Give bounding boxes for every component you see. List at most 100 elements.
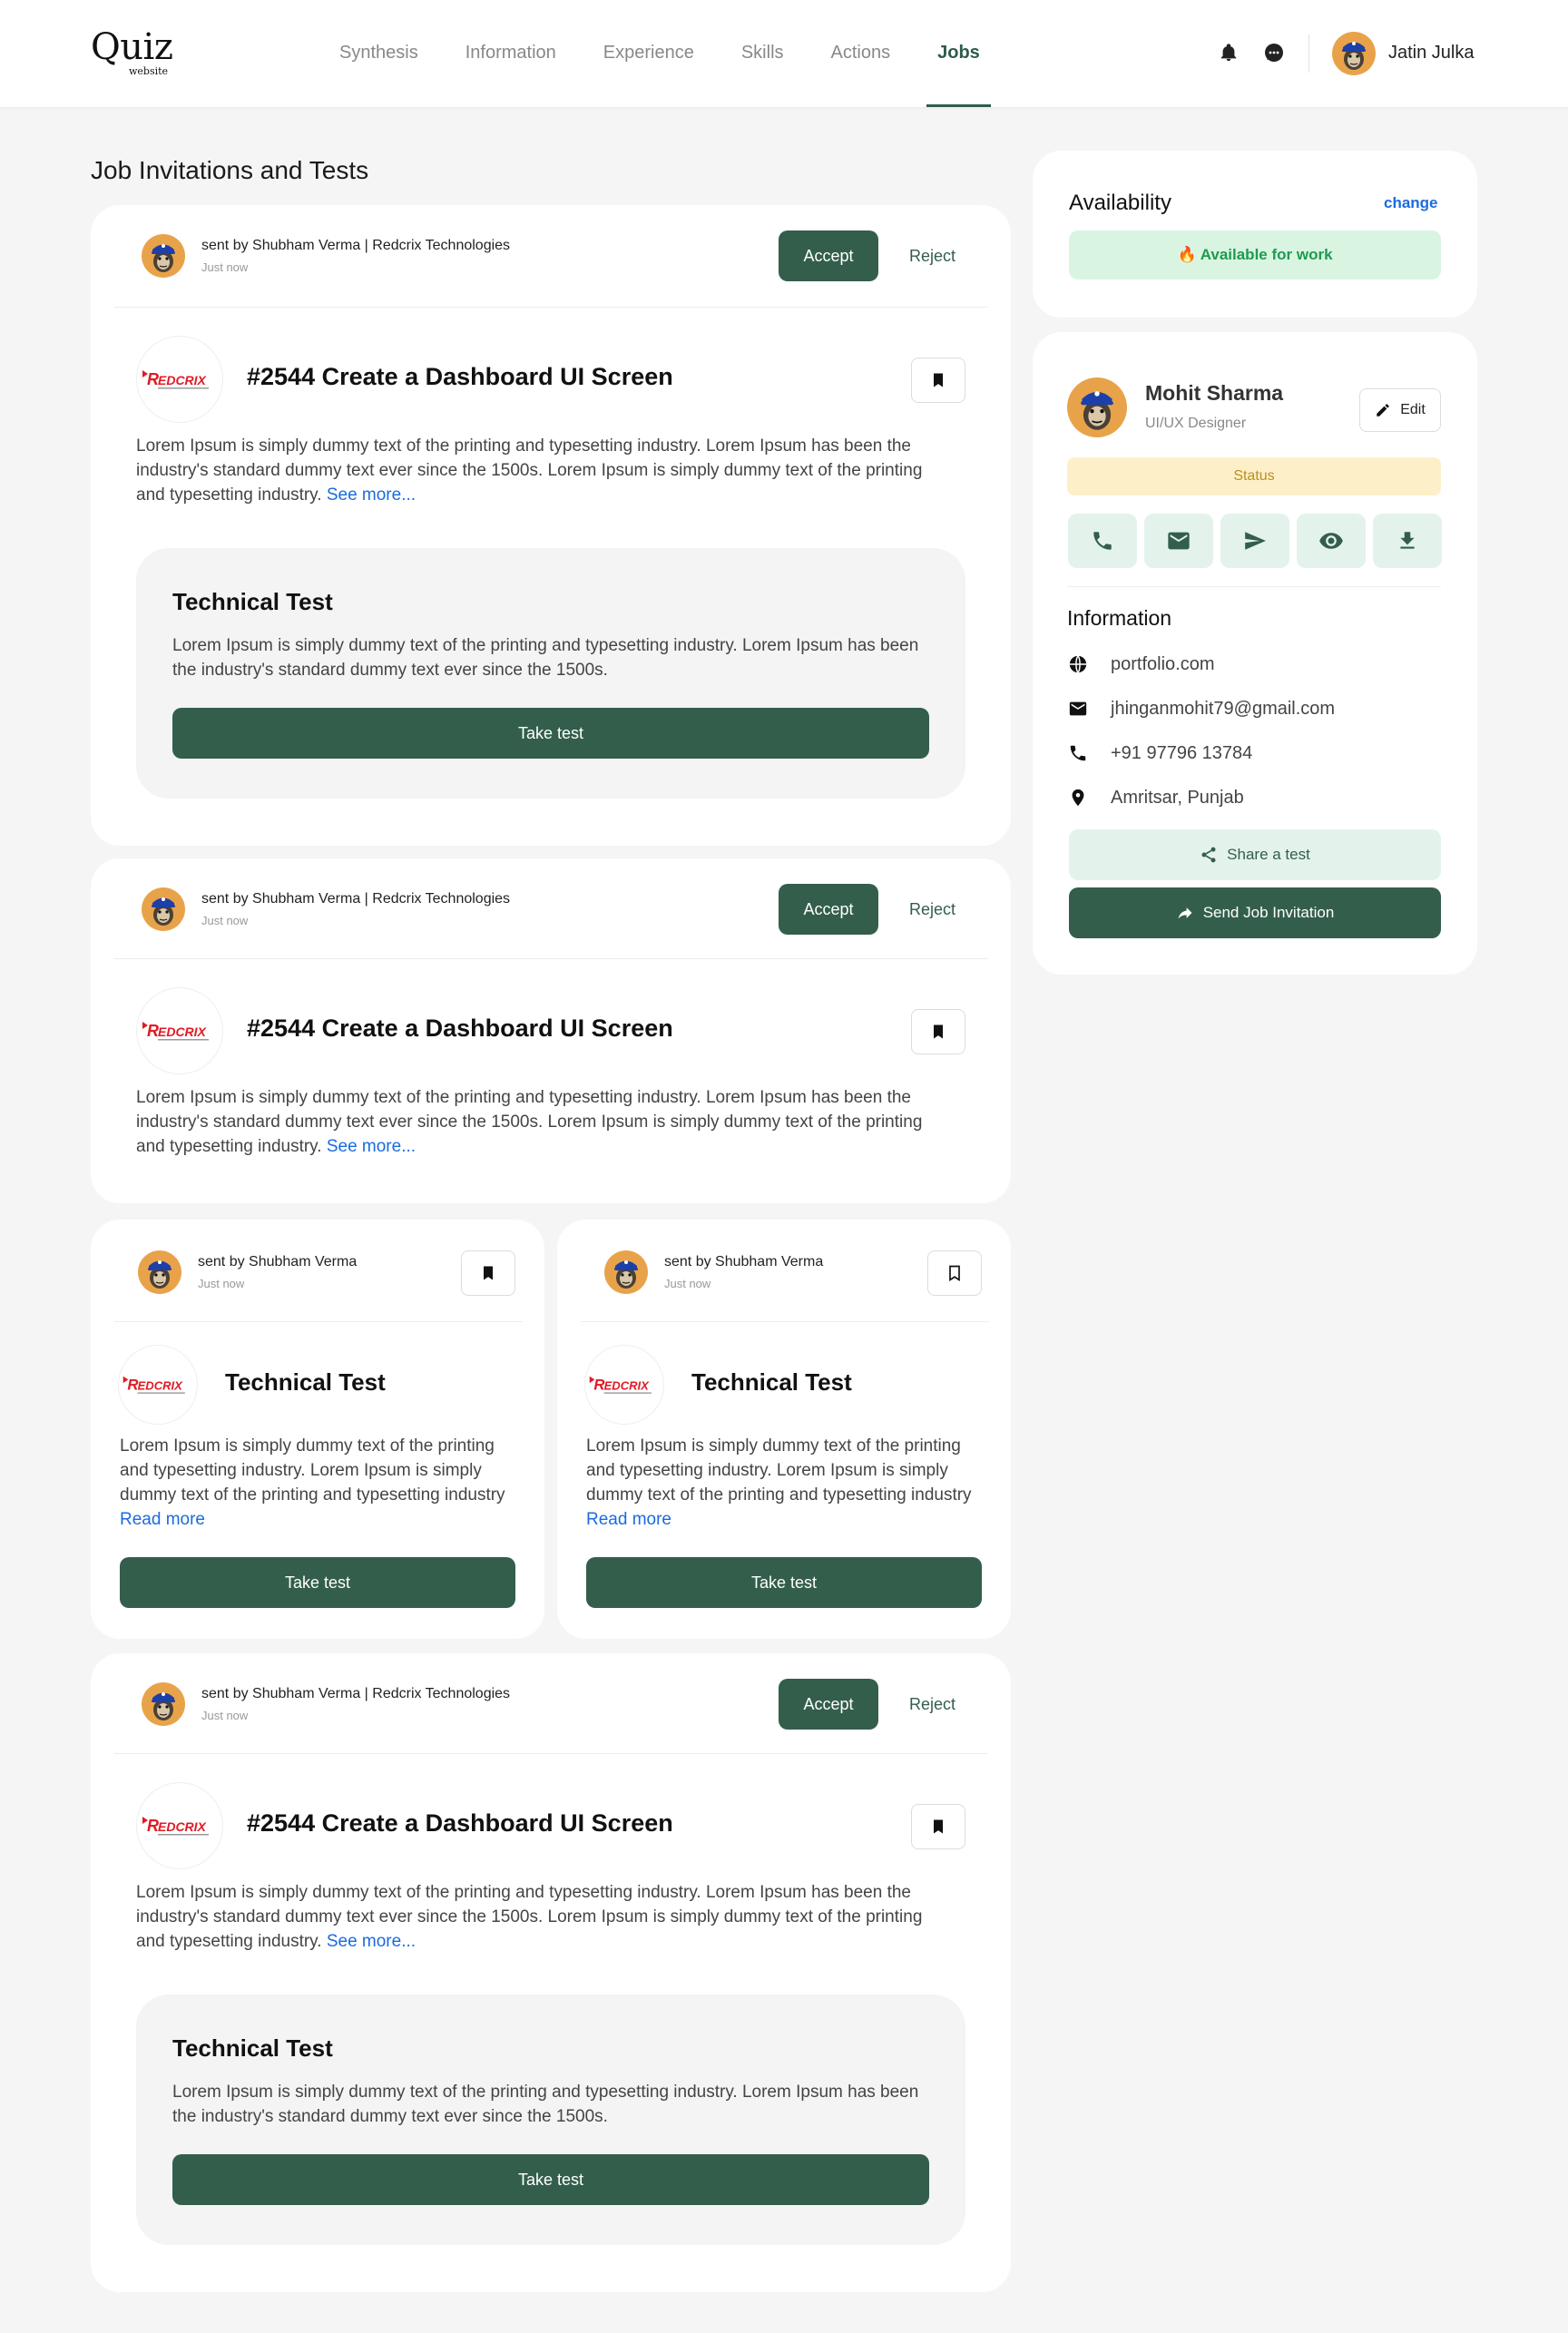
nav-item-experience[interactable]: Experience (580, 0, 718, 107)
profile-role: UI/UX Designer (1145, 416, 1247, 431)
sent-time: Just now (201, 1709, 249, 1722)
sent-time: Just now (198, 1277, 245, 1290)
website-text[interactable]: portfolio.com (1111, 654, 1215, 675)
page-title: Job Invitations and Tests (91, 156, 369, 184)
reject-button[interactable]: Reject (909, 1695, 956, 1714)
job-title[interactable]: #2544 Create a Dashboard UI Screen (247, 1809, 673, 1838)
description-text: Lorem Ipsum is simply dummy text of the … (120, 1436, 505, 1505)
technical-test-box: Technical Test Lorem Ipsum is simply dum… (136, 1995, 965, 2245)
company-logo (136, 1782, 223, 1869)
sender-avatar (142, 234, 185, 278)
bookmark-icon (479, 1264, 497, 1282)
bell-icon[interactable] (1216, 40, 1241, 65)
nav-item-actions[interactable]: Actions (808, 0, 915, 107)
website-row: portfolio.com (1067, 653, 1215, 675)
top-header: Quiz website Synthesis Information Exper… (0, 0, 1568, 107)
sent-time: Just now (664, 1277, 711, 1290)
mail-icon (1067, 698, 1089, 720)
sender-info: sent by Shubham Verma Just now (604, 1250, 823, 1294)
job-title[interactable]: #2544 Create a Dashboard UI Screen (247, 363, 673, 391)
nav-item-information[interactable]: Information (442, 0, 580, 107)
bookmark-outline-icon (946, 1264, 964, 1282)
job-title[interactable]: #2544 Create a Dashboard UI Screen (247, 1015, 673, 1043)
take-test-button[interactable]: Take test (120, 1557, 515, 1608)
sender-name: sent by Shubham Verma (664, 1254, 824, 1269)
change-availability-link[interactable]: change (1384, 194, 1438, 212)
sender-name: sent by Shubham Verma | Redcrix Technolo… (201, 238, 511, 253)
phone-text[interactable]: +91 97796 13784 (1111, 743, 1252, 764)
test-title: Technical Test (172, 2034, 333, 2062)
sent-time: Just now (201, 914, 249, 927)
email-text[interactable]: jhinganmohit79@gmail.com (1111, 699, 1335, 720)
phone-icon (1093, 532, 1112, 550)
sender-name: sent by Shubham Verma (198, 1254, 358, 1269)
accept-button[interactable]: Accept (779, 230, 878, 281)
job-invitation-card: sent by Shubham Verma | Redcrix Technolo… (91, 858, 1011, 1203)
call-button[interactable] (1068, 514, 1137, 568)
chat-icon[interactable] (1261, 40, 1287, 65)
forward-arrow-icon (1176, 904, 1194, 922)
job-description: Lorem Ipsum is simply dummy text of the … (136, 434, 953, 507)
user-name[interactable]: Jatin Julka (1388, 43, 1475, 64)
description-text: Lorem Ipsum is simply dummy text of the … (136, 436, 923, 505)
test-card: sent by Shubham Verma Just now Technical… (557, 1220, 1011, 1639)
share-test-button[interactable]: Share a test (1069, 829, 1441, 880)
download-button[interactable] (1373, 514, 1442, 568)
divider (114, 958, 987, 959)
see-more-link[interactable]: See more... (327, 485, 416, 505)
take-test-button[interactable]: Take test (172, 2154, 929, 2205)
send-job-invitation-label: Send Job Invitation (1202, 904, 1335, 921)
company-logo (584, 1345, 664, 1425)
accept-button[interactable]: Accept (779, 1679, 878, 1730)
edit-profile-button[interactable]: Edit (1359, 388, 1441, 432)
sender-avatar (142, 887, 185, 931)
job-description: Lorem Ipsum is simply dummy text of the … (136, 1085, 953, 1159)
nav-item-jobs[interactable]: Jobs (914, 0, 1004, 107)
technical-test-box: Technical Test Lorem Ipsum is simply dum… (136, 548, 965, 799)
logo-sub-text: website (129, 65, 169, 77)
company-logo (118, 1345, 198, 1425)
test-description: Lorem Ipsum is simply dummy text of the … (586, 1434, 985, 1532)
test-title[interactable]: Technical Test (691, 1368, 852, 1397)
email-button[interactable] (1144, 514, 1213, 568)
bookmark-button[interactable] (911, 1009, 965, 1054)
accept-button[interactable]: Accept (779, 884, 878, 935)
see-more-link[interactable]: See more... (327, 1137, 416, 1156)
logo[interactable]: Quiz website (91, 27, 173, 77)
job-description: Lorem Ipsum is simply dummy text of the … (136, 1880, 953, 1954)
bookmark-button[interactable] (911, 1804, 965, 1849)
read-more-link[interactable]: Read more (586, 1510, 671, 1529)
bookmark-button[interactable] (461, 1250, 515, 1296)
see-more-link[interactable]: See more... (327, 1932, 416, 1951)
header-divider (1308, 34, 1309, 73)
view-button[interactable] (1297, 514, 1366, 568)
profile-avatar (1067, 377, 1127, 437)
send-message-button[interactable] (1220, 514, 1289, 568)
test-title[interactable]: Technical Test (225, 1368, 386, 1397)
bookmark-icon (929, 1818, 947, 1836)
take-test-button[interactable]: Take test (172, 708, 929, 759)
edit-label: Edit (1400, 402, 1426, 417)
read-more-link[interactable]: Read more (120, 1510, 205, 1529)
reject-button[interactable]: Reject (909, 900, 956, 919)
profile-name: Mohit Sharma (1145, 381, 1284, 405)
share-icon (1200, 846, 1218, 864)
phone-icon (1067, 742, 1089, 764)
bookmark-button[interactable] (911, 358, 965, 403)
divider (581, 1321, 989, 1322)
globe-icon (1067, 653, 1089, 675)
send-job-invitation-button[interactable]: Send Job Invitation (1069, 887, 1441, 938)
sender-avatar (604, 1250, 648, 1294)
nav-item-skills[interactable]: Skills (718, 0, 808, 107)
user-avatar[interactable] (1332, 32, 1376, 75)
test-description: Lorem Ipsum is simply dummy text of the … (172, 2083, 919, 2126)
reject-button[interactable]: Reject (909, 247, 956, 266)
sender-info: sent by Shubham Verma | Redcrix Technolo… (142, 1682, 510, 1726)
description-text: Lorem Ipsum is simply dummy text of the … (586, 1436, 972, 1505)
send-icon (1245, 532, 1266, 550)
test-description: Lorem Ipsum is simply dummy text of the … (120, 1434, 519, 1532)
bookmark-button[interactable] (927, 1250, 982, 1296)
take-test-button[interactable]: Take test (586, 1557, 982, 1608)
nav-item-synthesis[interactable]: Synthesis (316, 0, 442, 107)
information-title: Information (1067, 606, 1172, 630)
